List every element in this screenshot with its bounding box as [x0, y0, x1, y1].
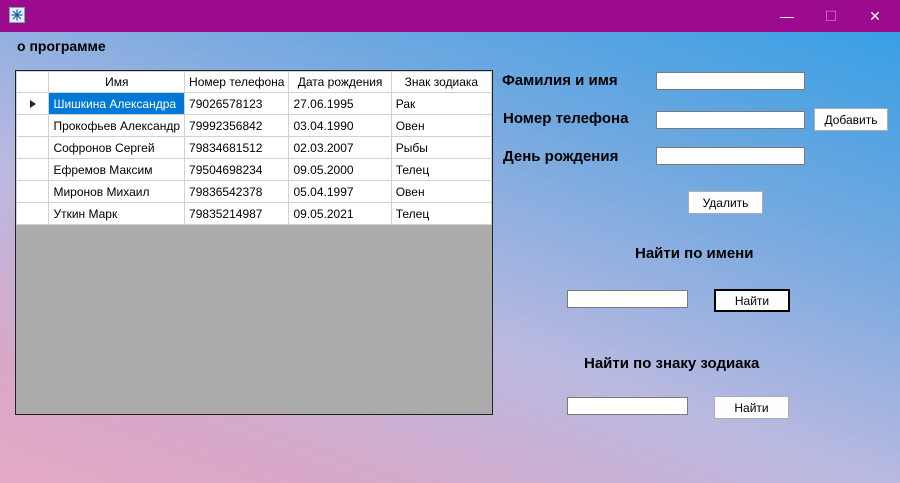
menu-item-about[interactable]: о программе: [17, 38, 106, 54]
table-cell[interactable]: 79992356842: [184, 114, 290, 137]
search-name-heading: Найти по имени: [635, 245, 754, 262]
table-row[interactable]: Миронов Михаил 79836542378 05.04.1997 Ов…: [16, 180, 492, 203]
table-cell[interactable]: Овен: [390, 114, 492, 137]
minimize-button[interactable]: —: [764, 0, 810, 32]
contacts-table: Имя Номер телефона Дата рождения Знак зо…: [16, 71, 492, 225]
search-name-input[interactable]: [567, 290, 688, 308]
table-cell[interactable]: Овен: [390, 180, 492, 203]
row-header[interactable]: [16, 136, 50, 159]
table-cell[interactable]: 79026578123: [184, 92, 290, 115]
table-row[interactable]: Прокофьев Александр 79992356842 03.04.19…: [16, 114, 492, 137]
title-bar: — ☐ ✕: [0, 0, 900, 32]
table-row[interactable]: Ефремов Максим 79504698234 09.05.2000 Те…: [16, 158, 492, 181]
column-header-birthdate[interactable]: Дата рождения: [288, 71, 392, 93]
row-header[interactable]: [16, 158, 50, 181]
row-header[interactable]: [16, 114, 50, 137]
table-header-row: Имя Номер телефона Дата рождения Знак зо…: [16, 71, 492, 93]
birthday-input[interactable]: [656, 147, 805, 165]
search-name-button[interactable]: Найти: [714, 289, 790, 312]
table-cell[interactable]: Рак: [390, 92, 492, 115]
table-cell[interactable]: 05.04.1997: [288, 180, 392, 203]
row-header[interactable]: [16, 202, 50, 225]
main-window: — ☐ ✕ о программе Имя Номер телефона Дат…: [0, 0, 900, 483]
current-row-indicator-icon[interactable]: [16, 92, 50, 115]
table-row[interactable]: Софронов Сергей 79834681512 02.03.2007 Р…: [16, 136, 492, 159]
contacts-grid[interactable]: Имя Номер телефона Дата рождения Знак зо…: [15, 70, 493, 415]
name-label: Фамилия и имя: [502, 72, 618, 89]
table-cell[interactable]: Телец: [390, 158, 492, 181]
delete-button[interactable]: Удалить: [688, 191, 763, 214]
column-header-name[interactable]: Имя: [48, 71, 186, 93]
table-cell[interactable]: 27.06.1995: [288, 92, 392, 115]
table-cell[interactable]: Рыбы: [390, 136, 492, 159]
phone-label: Номер телефона: [503, 110, 629, 127]
search-zodiac-heading: Найти по знаку зодиака: [584, 355, 760, 372]
table-row[interactable]: Шишкина Александра 79026578123 27.06.199…: [16, 92, 492, 115]
phone-input[interactable]: [656, 111, 805, 129]
table-cell[interactable]: Уткин Марк: [48, 202, 186, 225]
search-zodiac-input[interactable]: [567, 397, 688, 415]
table-cell[interactable]: Шишкина Александра: [48, 92, 186, 115]
table-cell[interactable]: 02.03.2007: [288, 136, 392, 159]
table-cell[interactable]: Ефремов Максим: [48, 158, 186, 181]
add-button[interactable]: Добавить: [814, 108, 888, 131]
table-cell[interactable]: 79836542378: [184, 180, 290, 203]
table-cell[interactable]: 03.04.1990: [288, 114, 392, 137]
table-cell[interactable]: Телец: [390, 202, 492, 225]
birthday-label: День рождения: [503, 148, 619, 165]
table-row[interactable]: Уткин Марк 79835214987 09.05.2021 Телец: [16, 202, 492, 225]
close-button[interactable]: ✕: [852, 0, 898, 32]
table-cell[interactable]: Софронов Сергей: [48, 136, 186, 159]
row-header[interactable]: [16, 180, 50, 203]
column-header-zodiac[interactable]: Знак зодиака: [390, 71, 492, 93]
row-header-corner: [16, 71, 50, 93]
app-snowflake-icon: [9, 7, 25, 23]
table-cell[interactable]: 79834681512: [184, 136, 290, 159]
search-zodiac-button[interactable]: Найти: [714, 396, 789, 419]
table-cell[interactable]: 79835214987: [184, 202, 290, 225]
table-cell[interactable]: 09.05.2021: [288, 202, 392, 225]
table-cell[interactable]: Миронов Михаил: [48, 180, 186, 203]
maximize-button[interactable]: ☐: [808, 0, 854, 32]
table-cell[interactable]: 79504698234: [184, 158, 290, 181]
name-input[interactable]: [656, 72, 805, 90]
table-cell[interactable]: Прокофьев Александр: [48, 114, 186, 137]
table-cell[interactable]: 09.05.2000: [288, 158, 392, 181]
column-header-phone[interactable]: Номер телефона: [184, 71, 290, 93]
